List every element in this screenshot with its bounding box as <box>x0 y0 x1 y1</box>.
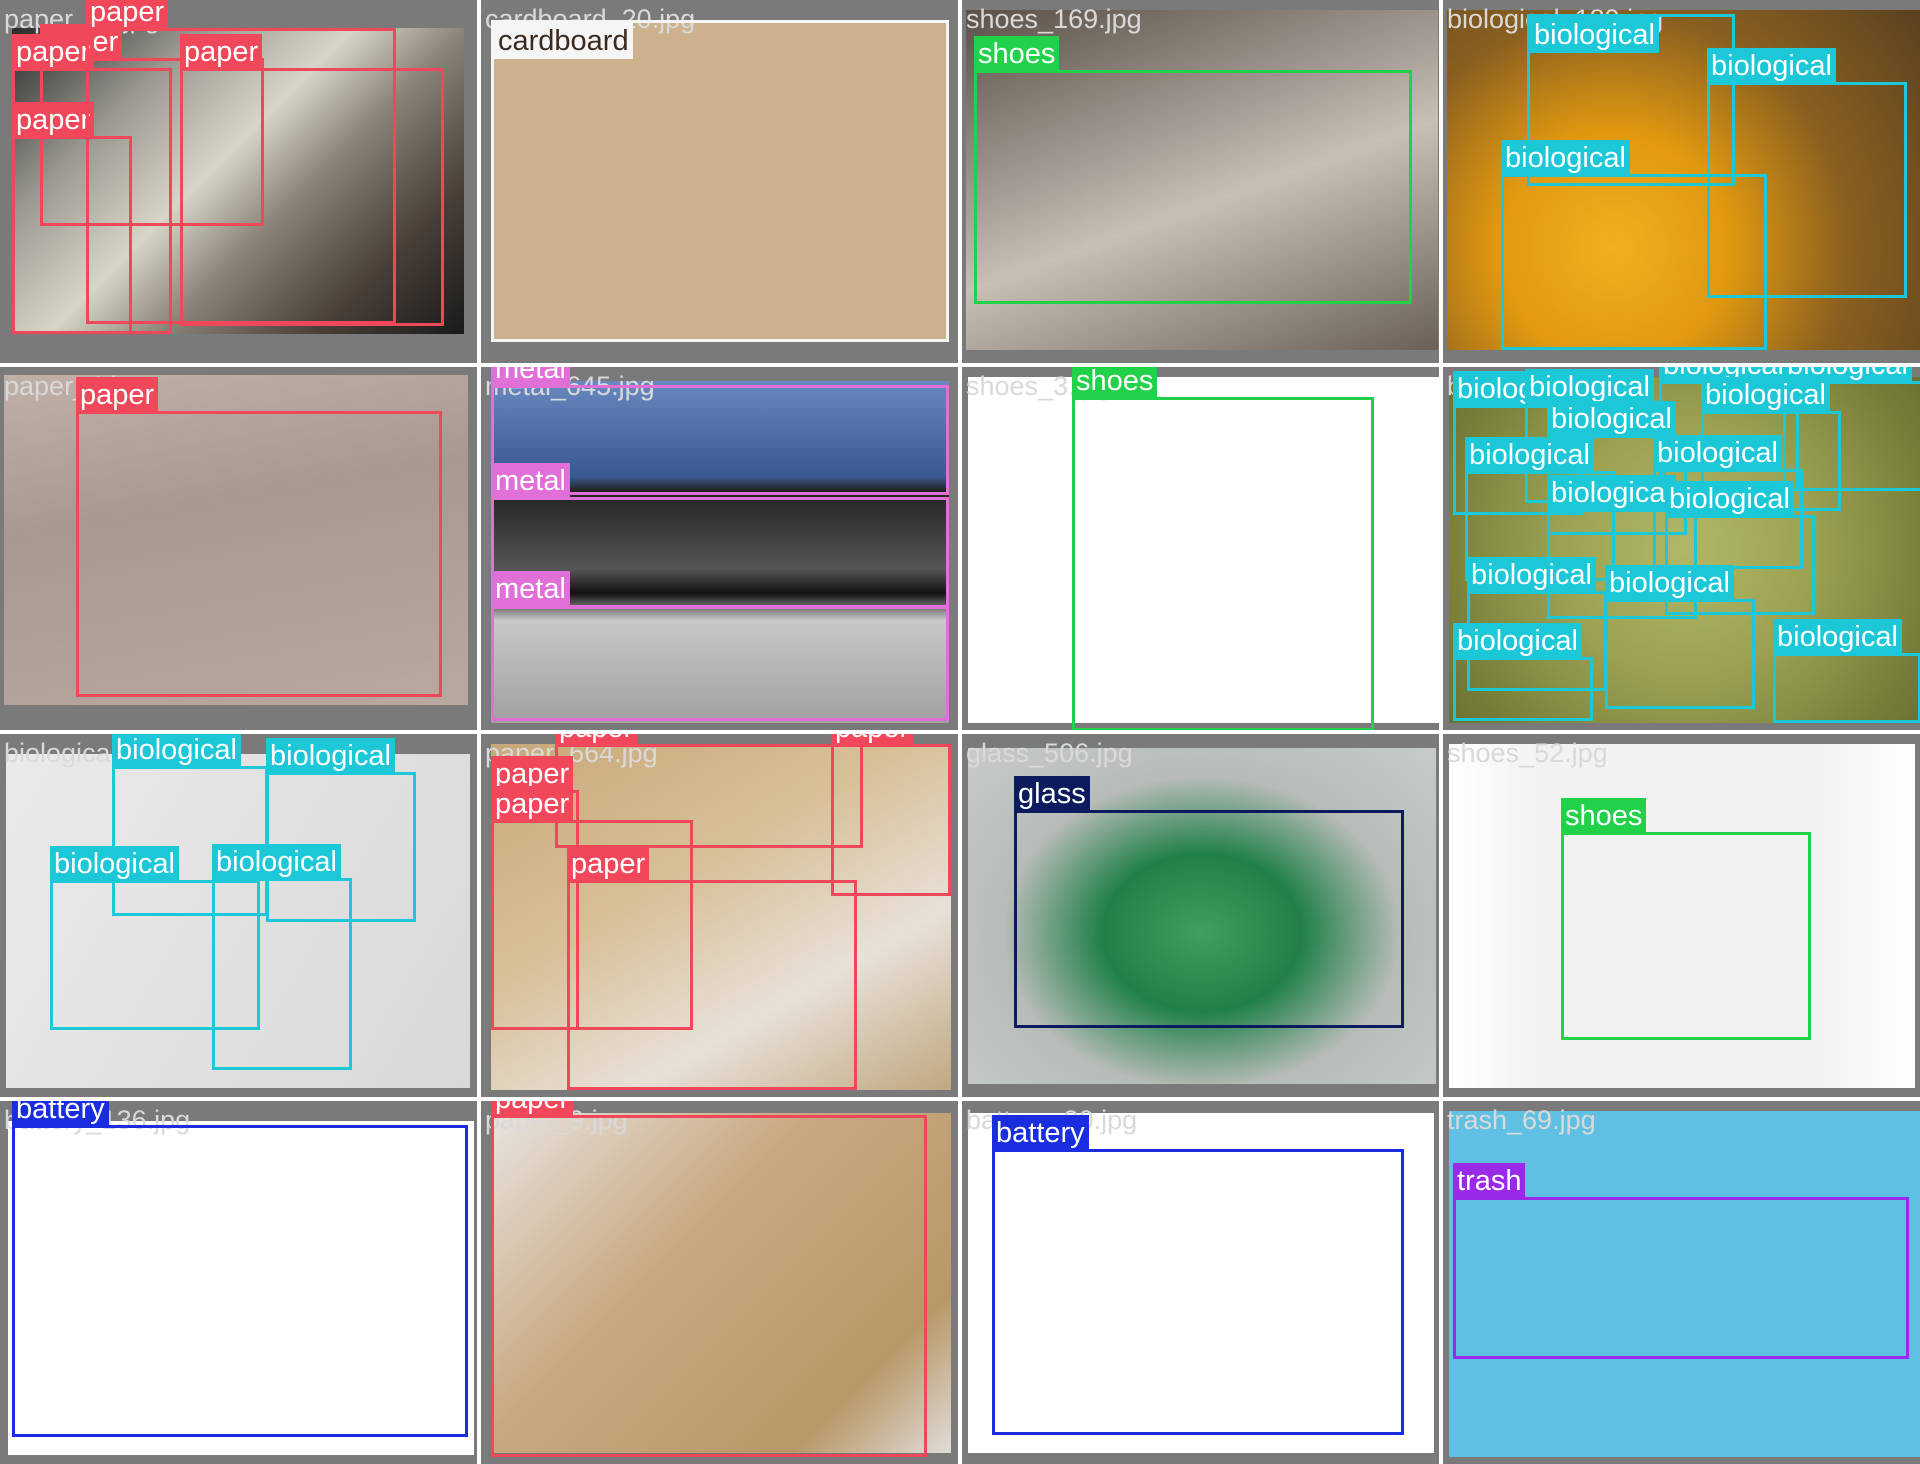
detection-label: biological <box>1501 140 1630 176</box>
detection-label: battery <box>992 1115 1089 1151</box>
detection-label: biological <box>112 734 241 768</box>
detection-box: shoes <box>974 36 1412 304</box>
detection-label: biological <box>1525 369 1654 405</box>
detection-label: metal <box>491 367 570 387</box>
detection-label: biological <box>1467 557 1596 593</box>
detection-label: trash <box>1453 1163 1526 1199</box>
tile-paper-9[interactable]: paper_9.jpg paper <box>481 1101 958 1464</box>
detection-label: metal <box>491 463 570 499</box>
tile-paper-4[interactable]: paper_4.jpg paper <box>0 367 477 730</box>
detection-box: biological <box>1453 623 1593 721</box>
detection-box: cardboard <box>491 20 949 342</box>
detection-label: biological <box>50 846 179 882</box>
detection-box: paper <box>76 377 442 697</box>
detection-label: biological <box>1465 437 1594 473</box>
detection-label: paper <box>491 1101 574 1117</box>
tile-trash-69[interactable]: trash_69.jpg trash <box>1443 1101 1920 1464</box>
detection-label: biological <box>1653 435 1782 471</box>
detection-label: cardboard <box>494 23 633 59</box>
detection-label: paper <box>12 102 95 138</box>
detection-box: shoes <box>1561 798 1811 1040</box>
detection-label: glass <box>1014 776 1090 812</box>
detection-box: biological <box>1501 140 1767 350</box>
tile-shoes-169[interactable]: shoes_169.jpg shoes <box>962 0 1439 363</box>
detection-label: biological <box>1530 17 1659 53</box>
detection-label: biological <box>266 738 395 774</box>
detection-box: battery <box>12 1101 468 1437</box>
detection-label: biological <box>1665 481 1794 517</box>
detection-box: battery <box>992 1115 1404 1435</box>
tile-biological-2[interactable]: biological_2.jpg biological biological b… <box>1443 367 1920 730</box>
detection-label: paper <box>831 734 914 746</box>
tile-paper-11[interactable]: paper_11.jpg paper paper paper paper pap… <box>0 0 477 363</box>
detection-box: paper <box>86 0 396 324</box>
detection-label: biological <box>1773 619 1902 655</box>
detection-box: biological <box>1773 619 1920 723</box>
detection-label: biological <box>1707 48 1836 84</box>
detection-label: paper <box>491 786 574 822</box>
detection-label: biological <box>1605 565 1734 601</box>
detection-box: paper <box>831 734 951 896</box>
detection-label: biological <box>1453 623 1582 659</box>
detection-box: biological <box>212 844 352 1070</box>
detection-grid: paper_11.jpg paper paper paper paper pap… <box>0 0 1920 1464</box>
tile-paper-664[interactable]: paper_664.jpg paper paper paper paper pa… <box>481 734 958 1097</box>
detection-box: paper <box>567 846 857 1090</box>
detection-box: shoes <box>1072 367 1374 730</box>
detection-box: trash <box>1453 1163 1909 1359</box>
detection-label: paper <box>86 0 169 30</box>
detection-label: biological <box>1701 377 1830 413</box>
detection-label: shoes <box>974 36 1060 72</box>
tile-battery-30[interactable]: battery_30.jpg battery <box>962 1101 1439 1464</box>
tile-shoes-52[interactable]: shoes_52.jpg shoes <box>1443 734 1920 1097</box>
detection-box: biological <box>1605 565 1755 709</box>
detection-box: metal <box>491 571 949 721</box>
tile-battery-136[interactable]: battery_136.jpg battery <box>0 1101 477 1464</box>
detection-label: shoes <box>1072 367 1158 399</box>
detection-label: paper <box>12 34 95 70</box>
tile-glass-506[interactable]: glass_506.jpg glass <box>962 734 1439 1097</box>
detection-label: battery <box>12 1101 109 1127</box>
tile-biological-189[interactable]: biological_189.jpg biological biological… <box>1443 0 1920 363</box>
tile-metal-645[interactable]: metal_645.jpg metal metal metal <box>481 367 958 730</box>
tile-shoes-3[interactable]: shoes_3.jpg shoes <box>962 367 1439 730</box>
detection-label: shoes <box>1561 798 1647 834</box>
detection-label: paper <box>555 734 638 746</box>
tile-biological-8[interactable]: biological_8.jpg biological biological b… <box>0 734 477 1097</box>
detection-label: biological <box>212 844 341 880</box>
detection-label: biological <box>1547 401 1676 437</box>
detection-box: paper <box>491 1101 927 1457</box>
detection-label: metal <box>491 571 570 607</box>
detection-box: glass <box>1014 776 1404 1028</box>
detection-label: paper <box>567 846 650 882</box>
detection-label: biological <box>1547 475 1676 511</box>
tile-cardboard-20[interactable]: cardboard_20.jpg cardboard <box>481 0 958 363</box>
detection-label: paper <box>76 377 159 413</box>
